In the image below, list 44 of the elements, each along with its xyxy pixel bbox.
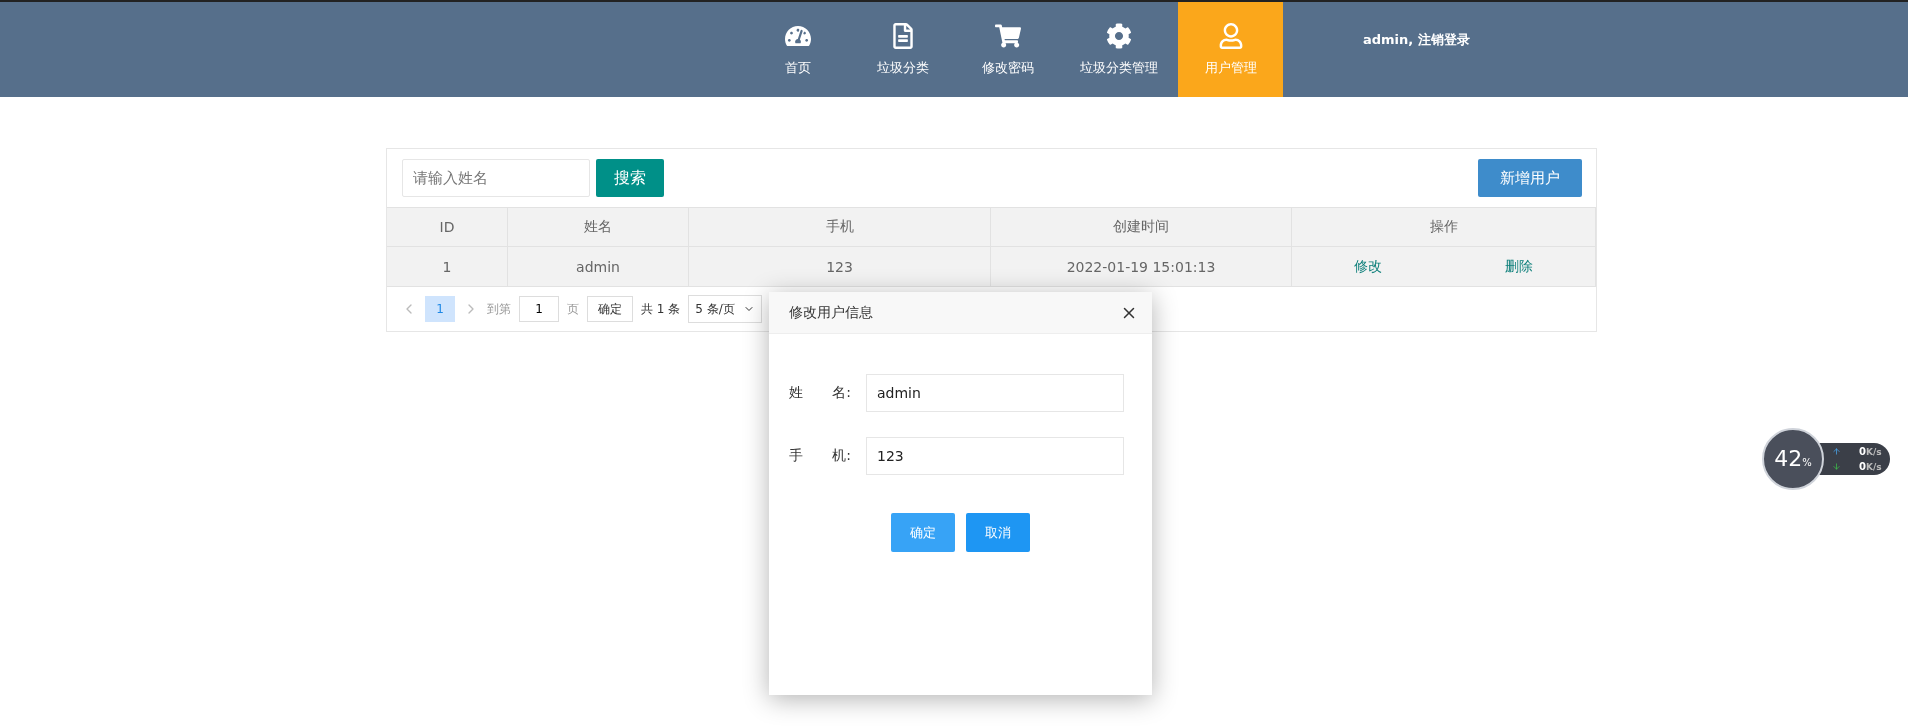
nav-item[interactable]: 垃圾分类管理	[1060, 2, 1178, 97]
upload-icon	[1832, 447, 1841, 456]
column-header: 手机	[689, 207, 991, 247]
usage-percent: 42	[1774, 446, 1803, 471]
cancel-button[interactable]: 取消	[966, 513, 1030, 552]
table-cell: 123	[689, 247, 991, 287]
field-label: 手	[789, 447, 803, 465]
field-label: 名:	[832, 384, 851, 402]
download-icon	[1832, 462, 1841, 471]
page-input[interactable]: 1	[519, 296, 559, 322]
action-link[interactable]: 修改	[1353, 257, 1382, 276]
column-header: 创建时间	[991, 207, 1292, 247]
input-field[interactable]: admin	[866, 374, 1124, 412]
table-cell: admin	[508, 247, 689, 287]
page-number[interactable]: 1	[425, 296, 455, 322]
search-button[interactable]: 搜索	[596, 159, 664, 197]
speed-value: 0K/s	[1859, 446, 1882, 457]
action-link[interactable]: 删除	[1505, 257, 1534, 276]
table-cell: 2022-01-19 15:01:13	[991, 247, 1292, 287]
cart-icon	[994, 22, 1021, 49]
nav-item[interactable]: 垃圾分类	[850, 2, 955, 97]
confirm-button[interactable]: 确定	[587, 296, 633, 322]
page-unit: 页	[567, 300, 579, 318]
total-count: 共 1 条	[641, 300, 681, 318]
column-header: ID	[387, 207, 508, 247]
nav-item[interactable]: 首页	[745, 2, 850, 97]
speed-value: 0K/s	[1859, 461, 1882, 472]
nav-item[interactable]: 修改密码	[955, 2, 1060, 97]
dialog-title: 修改用户信息	[789, 303, 873, 322]
confirm-button[interactable]: 确定	[891, 513, 955, 552]
table-cell: 1	[387, 247, 508, 287]
gear-icon	[1106, 22, 1132, 49]
user-icon	[1217, 22, 1244, 49]
column-header: 姓名	[508, 207, 689, 247]
input-field[interactable]: 123	[866, 437, 1124, 475]
add-user-button[interactable]: 新增用户	[1478, 159, 1582, 197]
search-field[interactable]: 请输入姓名	[402, 159, 590, 197]
field-label: 机:	[832, 447, 851, 465]
user-info: admin, 注销登录	[1363, 30, 1470, 49]
percent-unit: %	[1802, 457, 1812, 468]
field-label: 姓	[789, 384, 803, 402]
page-size-select[interactable]: 5 条/页	[688, 295, 762, 323]
column-header: 操作	[1292, 207, 1596, 247]
goto-label: 到第	[487, 300, 511, 318]
